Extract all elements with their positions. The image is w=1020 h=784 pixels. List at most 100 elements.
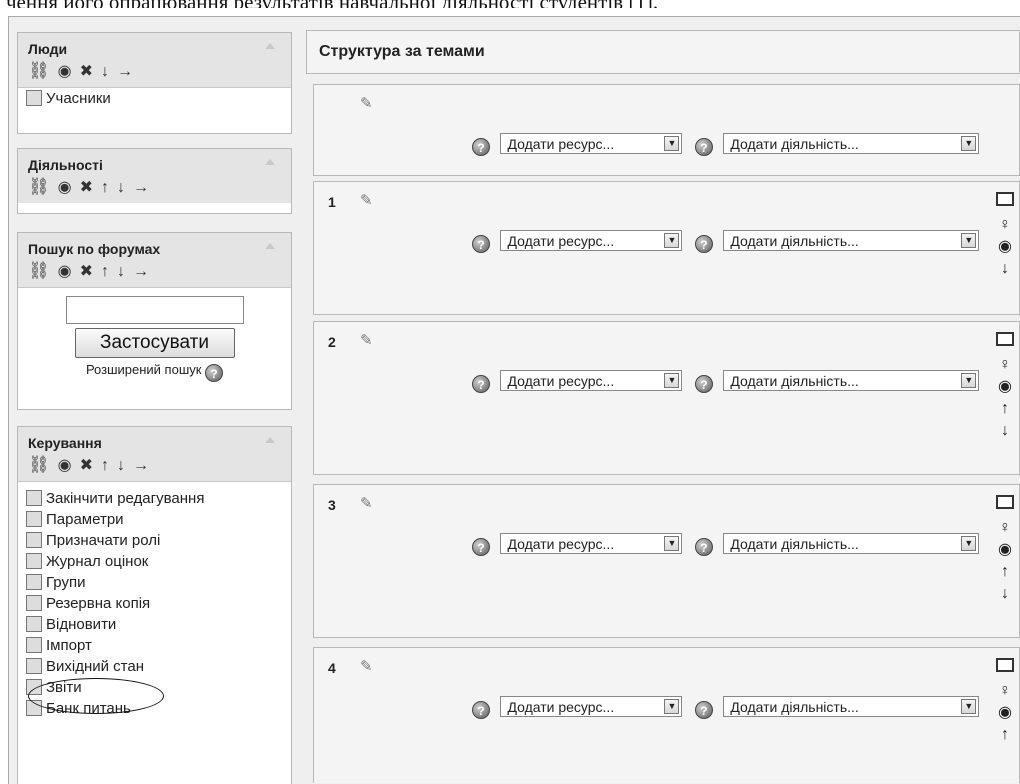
menu-item-reset[interactable]: Вихідний стан (18, 656, 291, 677)
help-icon[interactable]: ? (472, 374, 490, 393)
collapse-icon[interactable] (265, 43, 275, 49)
arrow-up-icon[interactable]: ↑ (101, 457, 109, 475)
edit-summary-icon[interactable]: ✎ (360, 657, 373, 675)
help-icon[interactable]: ? (694, 137, 713, 156)
chevron-down-icon: ▼ (961, 373, 977, 388)
eye-icon[interactable]: ◉ (993, 702, 1017, 724)
help-icon[interactable]: ? (472, 234, 490, 253)
eye-icon[interactable]: ◉ (993, 539, 1017, 561)
collapse-icon[interactable] (265, 243, 275, 249)
help-icon[interactable]: ? (694, 700, 713, 719)
menu-item-backup[interactable]: Резервна копія (18, 593, 291, 614)
forum-search-input[interactable] (65, 296, 244, 324)
add-activity-label: Додати діяльність... (730, 373, 859, 389)
eye-icon[interactable]: ◉ (58, 455, 72, 475)
help-icon[interactable]: ? (472, 137, 490, 156)
edit-summary-icon[interactable]: ✎ (360, 191, 373, 209)
add-activity-select[interactable]: Додати діяльність... ▼ (723, 230, 980, 251)
eye-icon[interactable]: ◉ (993, 236, 1017, 258)
roles-icon[interactable]: ⛓ (28, 61, 50, 81)
arrow-up-icon[interactable]: ↑ (101, 263, 109, 281)
help-icon[interactable]: ? (694, 234, 713, 253)
menu-item-groups[interactable]: Групи (18, 572, 291, 593)
show-only-section-icon[interactable] (996, 192, 1014, 206)
roles-icon[interactable]: ⛓ (28, 455, 50, 475)
close-icon[interactable]: ✖ (80, 455, 93, 475)
add-activity-label: Додати діяльність... (730, 233, 859, 249)
highlight-bulb-icon[interactable]: ♀ (993, 680, 1017, 702)
help-icon[interactable]: ? (205, 364, 224, 382)
help-icon[interactable]: ? (472, 537, 490, 556)
highlight-bulb-icon[interactable]: ♀ (993, 214, 1017, 236)
eye-icon[interactable]: ◉ (58, 261, 72, 281)
menu-item-restore[interactable]: Відновити (18, 614, 291, 635)
menu-item-participants[interactable]: Учасники (18, 88, 291, 109)
section-add-controls: ? Додати ресурс... ▼ ? Додати діяльність.… (472, 370, 980, 394)
menu-item-import[interactable]: Імпорт (18, 635, 291, 656)
arrow-down-icon[interactable]: ↓ (993, 583, 1017, 605)
add-resource-select[interactable]: Додати ресурс... ▼ (500, 696, 683, 717)
add-resource-select[interactable]: Додати ресурс... ▼ (500, 133, 683, 154)
add-activity-label: Додати діяльність... (730, 136, 859, 152)
edit-summary-icon[interactable]: ✎ (360, 494, 373, 512)
show-only-section-icon[interactable] (996, 332, 1014, 346)
arrow-down-icon[interactable]: ↓ (993, 420, 1017, 442)
course-section-4: 4 ✎ ? Додати ресурс... ▼ ? Додати діяльні… (313, 647, 1020, 783)
collapse-icon[interactable] (265, 159, 275, 165)
administration-block-header: Керування ⛓ ◉ ✖ ↑ ↓ → (18, 427, 291, 482)
add-resource-select[interactable]: Додати ресурс... ▼ (500, 370, 683, 391)
course-section-3: 3 ✎ ? Додати ресурс... ▼ ? Додати діяльні… (313, 484, 1020, 638)
help-icon[interactable]: ? (472, 700, 490, 719)
chevron-down-icon: ▼ (664, 373, 680, 388)
add-activity-select[interactable]: Додати діяльність... ▼ (723, 696, 980, 717)
menu-item-end-editing[interactable]: Закінчити редагування (18, 488, 291, 509)
menu-item-settings[interactable]: Параметри (18, 509, 291, 530)
arrow-down-icon[interactable]: ↓ (117, 263, 125, 281)
arrow-down-icon[interactable]: ↓ (117, 457, 125, 475)
help-icon[interactable]: ? (694, 537, 713, 556)
add-activity-select[interactable]: Додати діяльність... ▼ (723, 533, 980, 554)
close-icon[interactable]: ✖ (80, 261, 93, 281)
arrow-up-icon[interactable]: ↑ (993, 561, 1017, 583)
add-resource-select[interactable]: Додати ресурс... ▼ (500, 230, 683, 251)
add-activity-select[interactable]: Додати діяльність... ▼ (723, 133, 980, 154)
close-icon[interactable]: ✖ (80, 61, 93, 81)
highlight-bulb-icon[interactable]: ♀ (993, 517, 1017, 539)
chevron-down-icon: ▼ (664, 233, 680, 248)
eye-icon[interactable]: ◉ (58, 61, 72, 81)
arrow-down-icon[interactable]: ↓ (101, 63, 109, 81)
advanced-search-link[interactable]: Розширений пошук ? (18, 362, 291, 382)
arrow-down-icon[interactable]: ↓ (117, 179, 125, 197)
arrow-right-icon[interactable]: → (133, 457, 149, 475)
chevron-down-icon: ▼ (664, 536, 680, 551)
show-only-section-icon[interactable] (996, 658, 1014, 672)
menu-item-grades[interactable]: Журнал оцінок (18, 551, 291, 572)
arrow-up-icon[interactable]: ↑ (101, 179, 109, 197)
edit-summary-icon[interactable]: ✎ (360, 94, 373, 112)
add-activity-select[interactable]: Додати діяльність... ▼ (723, 370, 980, 391)
course-section-2: 2 ✎ ? Додати ресурс... ▼ ? Додати діяльні… (313, 321, 1020, 475)
help-icon[interactable]: ? (694, 374, 713, 393)
arrow-up-icon[interactable]: ↑ (993, 398, 1017, 420)
arrow-down-icon[interactable]: ↓ (993, 258, 1017, 280)
apply-search-button[interactable]: Застосувати (74, 328, 235, 358)
course-section-1: 1 ✎ ? Додати ресурс... ▼ ? Додати діяльні… (313, 181, 1020, 315)
menu-item-question-bank[interactable]: Банк питань (18, 698, 291, 719)
menu-item-reports[interactable]: Звіти (18, 677, 291, 698)
arrow-right-icon[interactable]: → (133, 179, 149, 197)
administration-block-body: Закінчити редагування Параметри Признача… (18, 482, 291, 719)
highlight-bulb-icon[interactable]: ♀ (993, 354, 1017, 376)
eye-icon[interactable]: ◉ (58, 177, 72, 197)
close-icon[interactable]: ✖ (80, 177, 93, 197)
edit-summary-icon[interactable]: ✎ (360, 331, 373, 349)
collapse-icon[interactable] (265, 437, 275, 443)
roles-icon[interactable]: ⛓ (28, 177, 50, 197)
arrow-right-icon[interactable]: → (133, 263, 149, 281)
add-resource-select[interactable]: Додати ресурс... ▼ (500, 533, 683, 554)
roles-icon[interactable]: ⛓ (28, 261, 50, 281)
arrow-right-icon[interactable]: → (117, 63, 133, 81)
menu-item-assign-roles[interactable]: Призначати ролі (18, 530, 291, 551)
eye-icon[interactable]: ◉ (993, 376, 1017, 398)
arrow-up-icon[interactable]: ↑ (993, 724, 1017, 746)
show-only-section-icon[interactable] (996, 495, 1014, 509)
